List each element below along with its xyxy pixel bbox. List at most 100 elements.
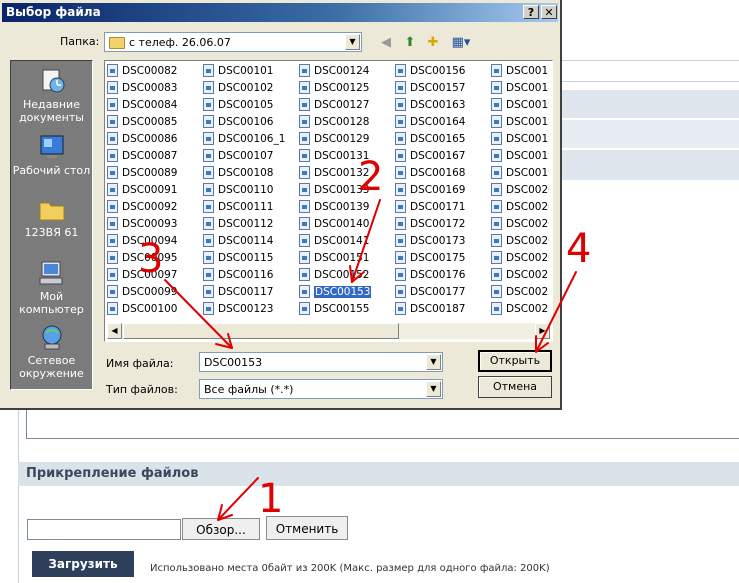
file-item[interactable]: DSC00085 [105,114,200,131]
file-item[interactable]: DSC00156 [393,63,488,80]
file-item[interactable]: DSC00101 [201,63,296,80]
file-item[interactable]: DSC00177 [393,284,488,301]
file-item[interactable]: DSC00169 [393,182,488,199]
place-folder[interactable]: 123ВЯ 61 [11,195,92,239]
file-item[interactable]: DSC00095 [105,250,200,267]
file-item[interactable]: DSC00125 [297,80,392,97]
file-item[interactable]: DSC00105 [201,97,296,114]
file-item[interactable]: DSC00092 [105,199,200,216]
file-item[interactable]: DSC0021 [489,267,549,284]
file-item[interactable]: DSC00108 [201,165,296,182]
file-item[interactable]: DSC0020 [489,216,549,233]
file-item[interactable]: DSC00082 [105,63,200,80]
file-item[interactable]: DSC00168 [393,165,488,182]
back-icon[interactable]: ◀ [377,34,395,52]
file-item[interactable]: DSC00163 [393,97,488,114]
file-item[interactable]: DSC00117 [201,284,296,301]
file-item[interactable]: DSC00094 [105,233,200,250]
file-item[interactable]: DSC00093 [105,216,200,233]
file-item[interactable]: DSC00086 [105,131,200,148]
file-item[interactable]: DSC0020 [489,182,549,199]
file-item[interactable]: DSC00127 [297,97,392,114]
file-item[interactable]: DSC00172 [393,216,488,233]
file-item-selected[interactable]: DSC00153 [297,284,392,301]
file-item[interactable]: DSC00110 [201,182,296,199]
place-desktop[interactable]: Рабочий стол [11,133,92,177]
help-button[interactable]: ? [523,5,539,19]
file-item[interactable]: DSC00089 [105,165,200,182]
file-item[interactable]: DSC00124 [297,63,392,80]
file-item[interactable]: DSC00176 [393,267,488,284]
open-button[interactable]: Открыть [478,350,552,372]
file-item[interactable]: DSC0019 [489,97,549,114]
view-menu-icon[interactable]: ▦▾ [449,34,473,52]
filetype-select[interactable]: Все файлы (*.*) ▼ [199,379,443,399]
file-item[interactable]: DSC00157 [393,80,488,97]
file-item[interactable]: DSC00106_1 [201,131,296,148]
dialog-titlebar[interactable]: Выбор файла ? ✕ [2,3,558,22]
file-item[interactable]: DSC0020 [489,233,549,250]
file-item[interactable]: DSC0019 [489,114,549,131]
file-item[interactable]: DSC00164 [393,114,488,131]
new-folder-icon[interactable]: ✚ [424,34,442,52]
file-item[interactable]: DSC00141 [297,233,392,250]
file-item[interactable]: DSC00111 [201,199,296,216]
file-item[interactable]: DSC00152 [297,267,392,284]
file-item[interactable]: DSC00087 [105,148,200,165]
file-item[interactable]: DSC00100 [105,301,200,318]
file-item[interactable]: DSC00187 [393,301,488,318]
file-list[interactable]: DSC0018 DSC0018 DSC0019 DSC0019 DSC0019 DSC00… [104,60,553,342]
scrollbar-thumb[interactable] [123,323,399,339]
file-item[interactable]: DSC00132 [297,165,392,182]
file-item[interactable]: DSC00102 [201,80,296,97]
file-item[interactable]: DSC00107 [201,148,296,165]
file-item[interactable]: DSC00115 [201,250,296,267]
scroll-right-icon[interactable]: ▶ [535,323,550,339]
file-item[interactable]: DSC00097 [105,267,200,284]
file-item[interactable]: DSC00123 [201,301,296,318]
place-my-computer[interactable]: Мой компьютер [11,259,92,316]
chevron-down-icon[interactable]: ▼ [426,354,441,370]
file-item[interactable]: DSC00083 [105,80,200,97]
file-item[interactable]: DSC00112 [201,216,296,233]
file-item[interactable]: DSC00155 [297,301,392,318]
file-item[interactable]: DSC00151 [297,250,392,267]
close-button[interactable]: ✕ [541,5,557,19]
lookin-dropdown[interactable]: с телеф. 26.06.07 ▼ [104,32,362,52]
file-item[interactable]: DSC00131 [297,148,392,165]
file-item[interactable]: DSC00114 [201,233,296,250]
file-item[interactable]: DSC00133 [297,182,392,199]
place-network[interactable]: Сетевое окружение [11,323,92,380]
file-item[interactable]: DSC00091 [105,182,200,199]
filename-input[interactable]: DSC00153 ▼ [199,352,443,372]
file-item[interactable]: DSC00106 [201,114,296,131]
file-path-input[interactable] [27,519,181,540]
file-item[interactable]: DSC00171 [393,199,488,216]
file-item[interactable]: DSC0020 [489,199,549,216]
cancel-attach-button[interactable]: Отменить [266,516,348,540]
file-item[interactable]: DSC00084 [105,97,200,114]
file-item[interactable]: DSC00129 [297,131,392,148]
file-item[interactable]: DSC00165 [393,131,488,148]
file-item[interactable]: DSC0019 [489,131,549,148]
chevron-down-icon[interactable]: ▼ [426,381,441,397]
file-item[interactable]: DSC00175 [393,250,488,267]
upload-button[interactable]: Загрузить [32,551,134,577]
file-item[interactable]: DSC0018 [489,63,549,80]
browse-button[interactable]: Обзор... [182,518,260,540]
file-item[interactable]: DSC0018 [489,80,549,97]
file-item[interactable]: DSC00128 [297,114,392,131]
file-item[interactable]: DSC0022 [489,284,549,301]
file-item[interactable]: DSC0019 [489,148,549,165]
file-item[interactable]: DSC00116 [201,267,296,284]
cancel-button[interactable]: Отмена [478,376,552,398]
file-item[interactable]: DSC00167 [393,148,488,165]
file-item[interactable]: DSC00173 [393,233,488,250]
horizontal-scrollbar[interactable]: ◀ ▶ [107,323,550,339]
file-item[interactable]: DSC00099 [105,284,200,301]
page-text-area[interactable] [26,408,739,439]
place-recent-docs[interactable]: Недавние документы [11,67,92,124]
scroll-left-icon[interactable]: ◀ [107,323,122,339]
up-folder-icon[interactable]: ⬆ [401,34,419,52]
file-item[interactable]: DSC0019 [489,165,549,182]
